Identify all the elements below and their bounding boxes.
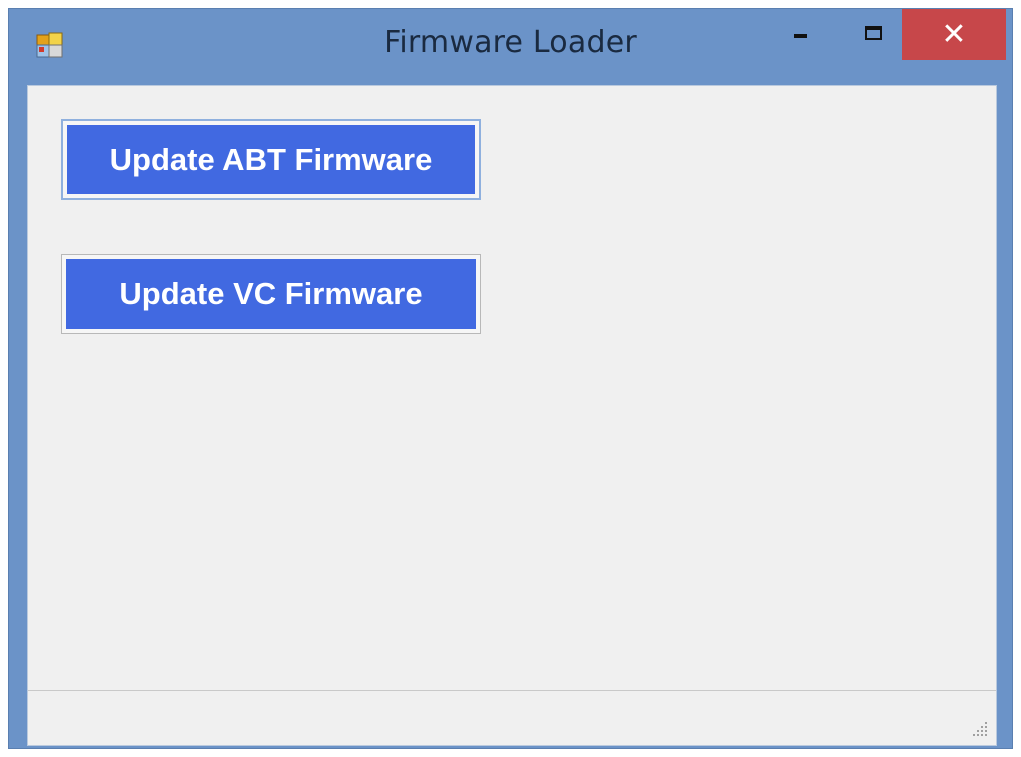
title-bar[interactable]: Firmware Loader ✕	[9, 9, 1012, 86]
client-area: Update ABT Firmware Update VC Firmware	[27, 85, 997, 746]
close-icon: ✕	[941, 17, 967, 52]
minimize-icon	[792, 25, 810, 44]
resize-grip-icon[interactable]	[970, 719, 990, 739]
update-vc-firmware-button[interactable]: Update VC Firmware	[61, 254, 481, 334]
close-button[interactable]: ✕	[902, 9, 1006, 60]
minimize-button[interactable]	[779, 9, 823, 60]
firmware-loader-window: Firmware Loader ✕ Update ABT Firmware Up…	[8, 8, 1013, 749]
update-abt-firmware-button[interactable]: Update ABT Firmware	[61, 119, 481, 200]
update-vc-firmware-label: Update VC Firmware	[66, 259, 476, 329]
maximize-button[interactable]	[854, 9, 894, 60]
update-abt-firmware-label: Update ABT Firmware	[67, 125, 475, 194]
maximize-icon	[864, 24, 884, 46]
status-bar	[28, 691, 996, 745]
